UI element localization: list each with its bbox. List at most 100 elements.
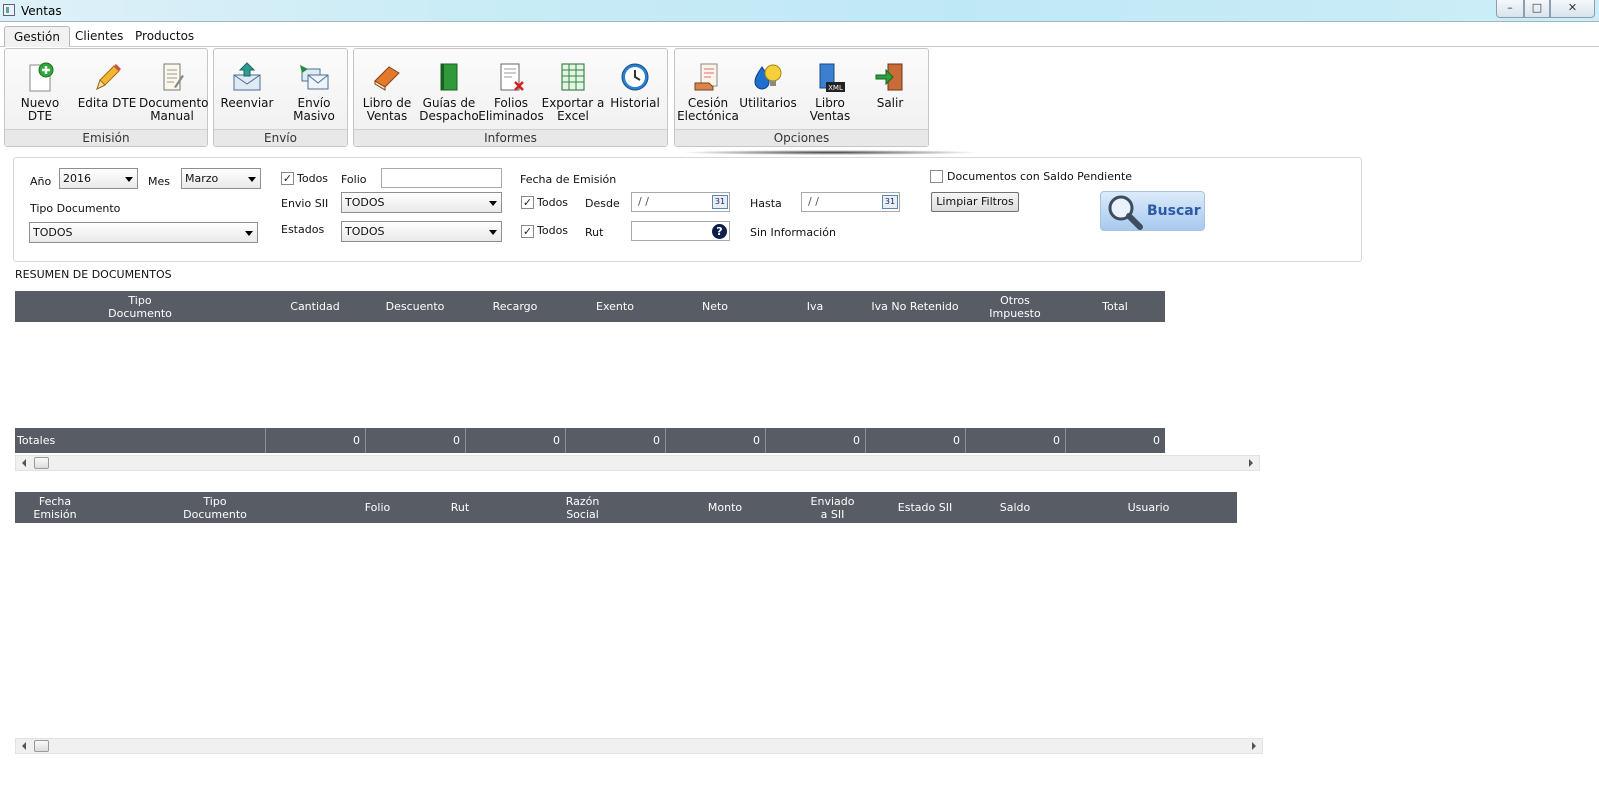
exportar-excel-button[interactable]: Exportar a Excel xyxy=(540,61,606,123)
buscar-label: Buscar xyxy=(1147,203,1201,219)
detalle-column-header[interactable]: Rut xyxy=(420,492,500,523)
detalle-column-header[interactable]: Tipo Documento xyxy=(95,492,335,523)
saldo-pendiente-checkbox[interactable] xyxy=(930,170,943,183)
tab-productos[interactable]: Productos xyxy=(126,26,203,47)
rut-input[interactable]: ? xyxy=(631,221,730,241)
chevron-down-icon xyxy=(489,201,497,206)
tipo-documento-value: TODOS xyxy=(33,226,73,239)
detalle-column-header[interactable]: Monto xyxy=(665,492,785,523)
maximize-button[interactable]: □ xyxy=(1524,0,1550,18)
tab-gestion[interactable]: Gestión xyxy=(4,26,70,47)
estados-select[interactable]: TODOS xyxy=(341,221,502,242)
buscar-button[interactable]: Buscar xyxy=(1100,191,1205,231)
totales-cell: 0 xyxy=(665,428,765,453)
totales-cell: 0 xyxy=(965,428,1065,453)
resumen-grid-header: Tipo Documento Cantidad Descuento Recargo Ex… xyxy=(15,291,1165,322)
cesion-electronica-button[interactable]: Cesión Electónica xyxy=(675,61,741,123)
detalle-column-header[interactable]: Enviado a SII xyxy=(785,492,880,523)
ribbon-group-emision: Nuevo DTE Edita DTE Documento Manual Emi… xyxy=(4,48,209,147)
edita-dte-button[interactable]: Edita DTE xyxy=(74,61,140,110)
salir-button[interactable]: Salir xyxy=(857,61,923,110)
envio-masivo-button[interactable]: Envío Masivo xyxy=(281,61,347,123)
detalle-horizontal-scrollbar[interactable] xyxy=(15,738,1263,754)
calendar-icon[interactable]: 31 xyxy=(712,195,728,209)
desde-date-input[interactable]: / / 31 xyxy=(631,192,730,212)
anio-select[interactable]: 2016 xyxy=(59,168,138,189)
resumen-horizontal-scrollbar[interactable] xyxy=(15,455,1260,471)
documento-manual-button[interactable]: Documento Manual xyxy=(139,61,209,123)
hasta-date-input[interactable]: / / 31 xyxy=(801,192,900,212)
totales-row: Totales 000000000 xyxy=(15,428,1165,453)
desde-value: / / xyxy=(638,195,649,208)
resumen-column-header[interactable]: Neto xyxy=(665,291,765,322)
scroll-thumb[interactable] xyxy=(34,740,49,752)
nuevo-dte-button[interactable]: Nuevo DTE xyxy=(7,61,73,123)
detalle-column-header[interactable]: Folio xyxy=(335,492,420,523)
nuevo-dte-label: Nuevo DTE xyxy=(20,96,60,123)
folio-input[interactable] xyxy=(381,168,502,188)
todos-fecha-label: Todos xyxy=(537,196,569,209)
exportar-excel-label: Exportar a Excel xyxy=(541,96,605,123)
filter-panel: Año 2016 Mes Marzo Tipo Documento TODOS … xyxy=(13,157,1362,262)
totales-label: Totales xyxy=(17,434,56,447)
detalle-column-header[interactable]: Fecha Emisión xyxy=(15,492,95,523)
scroll-left-icon[interactable] xyxy=(22,459,26,467)
totales-cell: 0 xyxy=(365,428,465,453)
resumen-column-header[interactable]: Total xyxy=(1065,291,1165,322)
tipo-documento-select[interactable]: TODOS xyxy=(29,222,258,243)
ribbon-group-opciones-caption: Opciones xyxy=(675,129,928,146)
sin-informacion-text: Sin Información xyxy=(750,226,836,239)
ribbon-group-opciones: Cesión Electónica Utilitarios XML Libro … xyxy=(674,48,929,147)
historial-button[interactable]: Historial xyxy=(602,61,668,110)
libro-de-ventas-button[interactable]: Libro de Ventas xyxy=(354,61,420,123)
detalle-column-header[interactable]: Estado SII xyxy=(880,492,970,523)
history-clock-icon xyxy=(621,63,649,91)
guias-de-despacho-button[interactable]: Guías de Despacho xyxy=(416,61,482,123)
todos-fecha-checkbox[interactable]: ✓ xyxy=(521,196,534,209)
envio-sii-value: TODOS xyxy=(345,196,385,209)
detalle-grid-header: Fecha Emisión Tipo Documento Folio Rut Razón… xyxy=(15,492,1237,523)
saldo-pendiente-label: Documentos con Saldo Pendiente xyxy=(947,170,1133,183)
ribbon-group-informes-caption: Informes xyxy=(354,129,667,146)
documento-manual-label: Documento Manual xyxy=(139,96,209,123)
resumen-column-header[interactable]: Iva No Retenido xyxy=(865,291,965,322)
resumen-column-header[interactable]: Tipo Documento xyxy=(15,291,265,322)
close-button[interactable]: ✕ xyxy=(1550,0,1595,18)
resumen-column-header[interactable]: Cantidad xyxy=(265,291,365,322)
todos-rut-checkbox[interactable]: ✓ xyxy=(521,225,534,238)
utilities-icon xyxy=(754,64,782,90)
scroll-right-icon[interactable] xyxy=(1249,459,1253,467)
resumen-column-header[interactable]: Otros Impuesto xyxy=(965,291,1065,322)
minimize-button[interactable]: – xyxy=(1496,0,1524,18)
scroll-left-icon[interactable] xyxy=(22,742,26,750)
libro-ventas-xml-button[interactable]: XML Libro Ventas xyxy=(797,61,863,123)
utilitarios-button[interactable]: Utilitarios xyxy=(735,61,801,110)
folios-eliminados-button[interactable]: Folios Eliminados xyxy=(478,61,544,123)
detalle-column-header[interactable]: Saldo xyxy=(970,492,1060,523)
resumen-column-header[interactable]: Iva xyxy=(765,291,865,322)
app-icon xyxy=(3,4,15,16)
manual-document-icon xyxy=(163,63,184,91)
envio-sii-select[interactable]: TODOS xyxy=(341,192,502,213)
resumen-column-header[interactable]: Exento xyxy=(565,291,665,322)
detalle-column-header[interactable]: Usuario xyxy=(1060,492,1237,523)
anio-label: Año xyxy=(30,175,52,188)
totales-cell: 0 xyxy=(765,428,865,453)
resumen-column-header[interactable]: Recargo xyxy=(465,291,565,322)
scroll-thumb[interactable] xyxy=(34,457,49,469)
todos-folio-checkbox[interactable]: ✓ xyxy=(281,172,294,185)
reenviar-button[interactable]: Reenviar xyxy=(214,61,280,110)
folios-eliminados-label: Folios Eliminados xyxy=(478,96,544,123)
mes-select[interactable]: Marzo xyxy=(181,168,261,189)
resend-mail-icon xyxy=(233,62,261,91)
help-icon[interactable]: ? xyxy=(712,224,727,239)
detalle-column-header[interactable]: Razón Social xyxy=(500,492,665,523)
tab-clientes[interactable]: Clientes xyxy=(66,26,132,47)
exit-door-icon xyxy=(875,63,903,91)
edita-dte-label: Edita DTE xyxy=(77,96,137,110)
scroll-right-icon[interactable] xyxy=(1252,742,1256,750)
resumen-column-header[interactable]: Descuento xyxy=(365,291,465,322)
limpiar-filtros-button[interactable]: Limpiar Filtros xyxy=(931,192,1019,212)
calendar-icon[interactable]: 31 xyxy=(882,195,898,209)
ribbon: Nuevo DTE Edita DTE Documento Manual Emi… xyxy=(0,47,1599,150)
